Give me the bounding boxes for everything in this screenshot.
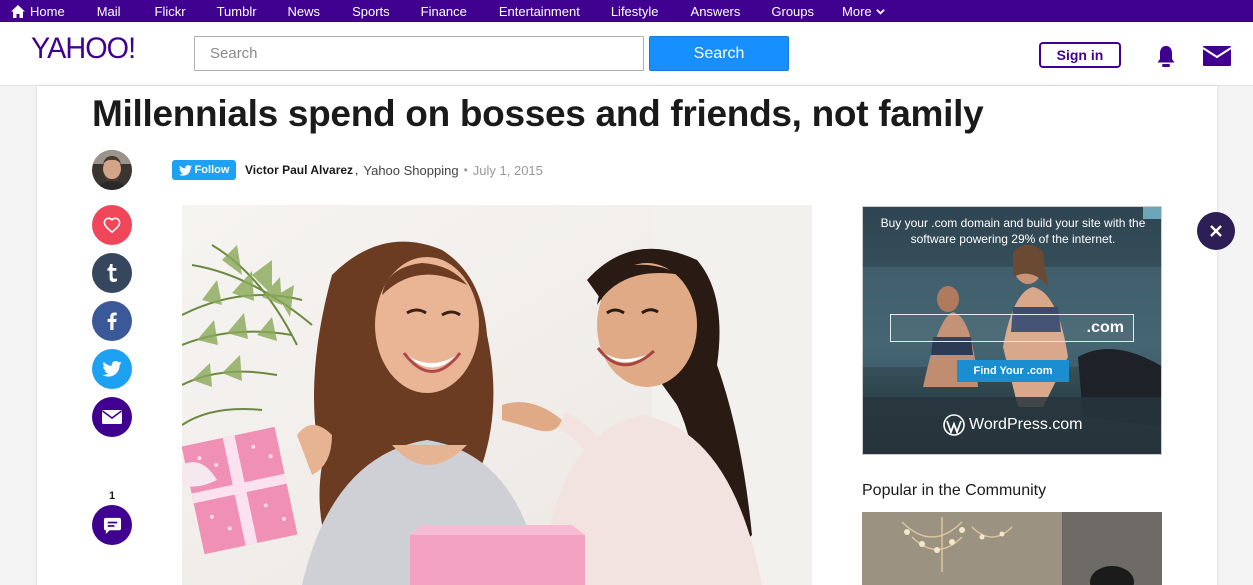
nav-tumblr[interactable]: Tumblr [217, 0, 257, 22]
tumblr-icon [107, 264, 117, 282]
nav-home[interactable]: Home [11, 0, 65, 22]
twitter-icon [178, 164, 192, 176]
nav-finance[interactable]: Finance [421, 0, 467, 22]
mail-icon[interactable] [1203, 46, 1231, 66]
nav-entertainment[interactable]: Entertainment [499, 0, 580, 22]
publisher-name[interactable]: Yahoo Shopping [363, 163, 458, 178]
author-name[interactable]: Victor Paul Alvarez [245, 163, 353, 177]
sign-in-button[interactable]: Sign in [1039, 42, 1121, 68]
byline-dot: • [463, 163, 468, 177]
article-hero-image [182, 205, 812, 585]
nav-sports[interactable]: Sports [352, 0, 390, 22]
comment-count: 1 [108, 490, 116, 502]
popular-thumbnail[interactable] [862, 512, 1162, 585]
top-nav: Home Mail Flickr Tumblr News Sports Fina… [0, 0, 1253, 22]
ad-brand-label: WordPress.com [969, 416, 1083, 433]
author-avatar[interactable] [92, 150, 132, 190]
comment-icon [103, 517, 121, 534]
nav-flickr[interactable]: Flickr [155, 0, 186, 22]
nav-home-label: Home [30, 3, 65, 19]
header: YAHOO! Search Sign in [0, 22, 1253, 86]
ad-brand: WordPress.com [943, 414, 1083, 436]
close-icon [1210, 225, 1222, 237]
nav-news[interactable]: News [288, 0, 321, 22]
search-input[interactable] [194, 36, 644, 71]
wordpress-ad[interactable]: Buy your .com domain and build your site… [862, 206, 1162, 455]
nav-more-label: More [842, 3, 872, 19]
facebook-icon [107, 312, 117, 330]
nav-more[interactable]: More [842, 0, 885, 22]
publish-date: July 1, 2015 [472, 162, 543, 178]
comments-button[interactable] [92, 505, 132, 545]
close-ad-button[interactable] [1197, 212, 1235, 250]
chevron-down-icon [875, 8, 885, 15]
facebook-share-button[interactable] [92, 301, 132, 341]
ad-find-button[interactable]: Find Your .com [957, 360, 1069, 382]
email-share-button[interactable] [92, 397, 132, 437]
wordpress-logo-icon [943, 414, 965, 436]
popular-heading: Popular in the Community [862, 482, 1047, 499]
search-button[interactable]: Search [649, 36, 789, 71]
nav-groups[interactable]: Groups [771, 0, 814, 22]
follow-label: Follow [194, 164, 230, 176]
bell-icon[interactable] [1154, 44, 1178, 68]
byline: Follow Victor Paul Alvarez , Yahoo Shopp… [172, 159, 543, 181]
article-title: Millennials spend on bosses and friends,… [92, 93, 984, 134]
twitter-share-button[interactable] [92, 349, 132, 389]
twitter-follow-button[interactable]: Follow [172, 160, 236, 180]
nav-mail[interactable]: Mail [97, 0, 121, 22]
ad-headline: Buy your .com domain and build your site… [880, 216, 1146, 246]
byline-comma: , [355, 163, 359, 177]
yahoo-logo[interactable]: YAHOO! [31, 32, 136, 66]
twitter-icon [102, 361, 122, 377]
nav-answers[interactable]: Answers [691, 0, 741, 22]
tumblr-share-button[interactable] [92, 253, 132, 293]
heart-icon [103, 217, 121, 233]
like-button[interactable] [92, 205, 132, 245]
nav-lifestyle[interactable]: Lifestyle [611, 0, 659, 22]
home-icon [11, 4, 25, 18]
ad-domain-field[interactable]: .com [890, 314, 1134, 342]
email-icon [102, 410, 122, 424]
